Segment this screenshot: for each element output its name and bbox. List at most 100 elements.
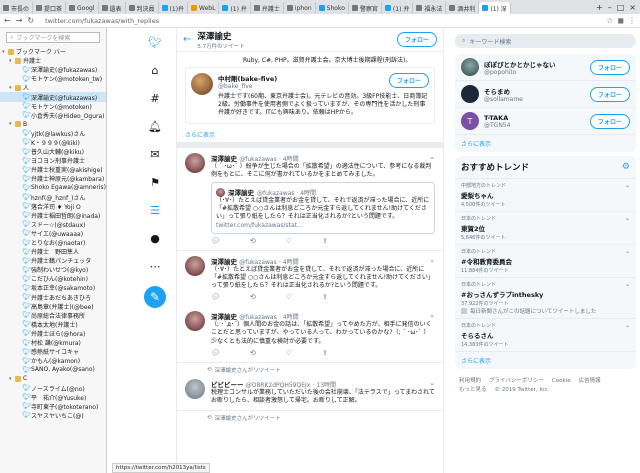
share-icon[interactable]: ⇪	[322, 237, 328, 245]
browser-tab[interactable]: 警察官	[349, 2, 382, 14]
gear-icon[interactable]: ⚙	[622, 162, 630, 172]
trend-item[interactable]: 中部地方のトレンド 愛梨ちゃん 4,500件のツイート ⌄	[455, 179, 636, 212]
bookmark-item[interactable]: 🐦︎ yjtk(@lawkus)さん	[0, 129, 106, 138]
bookmark-item[interactable]: 🐦︎ 高島章(弁護士)(@bee)	[0, 302, 106, 311]
browser-tab[interactable]: iphon	[284, 2, 316, 14]
back-icon[interactable]: ←	[4, 16, 11, 25]
forward-icon[interactable]: →	[16, 16, 23, 25]
browser-tab[interactable]: 弁護士	[251, 2, 284, 14]
profile-icon[interactable]: ●	[147, 230, 163, 246]
retweet-icon[interactable]: ⟲	[250, 293, 256, 301]
follow-button[interactable]: フォロー	[589, 86, 630, 102]
browser-tab[interactable]: Googl	[66, 2, 99, 14]
tweet[interactable]: ビビビーー @O8RK2dPQH59QEJx · 13時間 税理士コンサルが業務…	[177, 374, 443, 412]
bookmark-item[interactable]: 🐦︎ 普久山大輔(@kiku)	[0, 147, 106, 156]
browser-tab[interactable]: (1) 弁	[382, 2, 414, 14]
more-icon[interactable]: ⋯	[147, 258, 163, 274]
bookmark-item[interactable]: 🐦︎ とりなお(@naotar)	[0, 238, 106, 247]
bookmark-item[interactable]: 🐦︎ 感熱紙サイコキャ	[0, 347, 106, 356]
chevron-down-icon[interactable]: ⌄	[625, 281, 630, 288]
trend-item[interactable]: 日本のトレンド #令和教育委員会 11,884件のツイート ⌄	[455, 245, 636, 278]
avatar[interactable]	[185, 378, 205, 399]
follow-suggestion[interactable]: ぽぽぴとかとかじゃない @popohito フォロー	[455, 54, 636, 81]
chevron-down-icon[interactable]: ⌄	[625, 248, 630, 255]
reply-icon[interactable]: 💬︎	[211, 237, 220, 245]
browser-tab[interactable]: 提口茶	[33, 2, 67, 14]
bookmark-item[interactable]: 🐦︎ スヤスヤいちこ(@)	[0, 411, 106, 420]
bookmark-item[interactable]: 🐦︎ 弁護士神原元(@kambara)	[0, 174, 106, 183]
new-tab-icon[interactable]: +	[596, 3, 603, 12]
bookmark-item[interactable]: 🐦︎ 弁護士鶴パンチェッタ	[0, 256, 106, 265]
bookmark-item[interactable]: 🐦︎ Shoko Egawa(@amneris)	[0, 183, 106, 192]
bookmark-item[interactable]: 🐦︎ 橋本太地(弁護士)	[0, 320, 106, 329]
explore-hash-icon[interactable]: #	[147, 90, 163, 106]
bookmark-item[interactable]: 🐦︎ モトケン(@motoken)	[0, 102, 106, 111]
bookmark-item[interactable]: 🐦︎ K・９９９(@kiki)	[0, 138, 106, 147]
trend-item[interactable]: 日本のトレンド 東賀2位 5,646件のツイート ⌄	[455, 212, 636, 245]
quoted-tweet[interactable]: 深澤諭史 @fukazawas · 4時間 （･∀･）たとえば貸金業者がお金を貸…	[211, 182, 435, 234]
quote-link[interactable]: twitter.com/fukazawas/stat...	[216, 222, 430, 229]
share-icon[interactable]: ⇪	[322, 349, 328, 357]
bookmark-item[interactable]: 🐦︎ 深澤諭史(@fukazawas)	[0, 92, 106, 102]
bookmark-item[interactable]: 🐦︎ かもん(@kamon)	[0, 356, 106, 365]
browser-tab[interactable]: Shoko	[316, 2, 349, 14]
follow-suggestion[interactable]: そらまめ @sollamame フォロー	[455, 81, 636, 108]
browser-tab[interactable]: (1) 深	[479, 2, 511, 14]
avatar[interactable]	[461, 58, 479, 76]
bookmark-item[interactable]: 🐦︎ サイエ(@uwaaaa)	[0, 229, 106, 238]
home-icon[interactable]: ⌂	[147, 62, 163, 78]
lists-icon[interactable]: ☰	[147, 202, 163, 218]
chevron-down-icon[interactable]: ⌄	[625, 182, 630, 189]
profile-card[interactable]: 中村剛(bake-five) @bake_five フォロー 弁護士です(60期…	[185, 67, 435, 124]
bookmark-item[interactable]: 🐦︎ ノースライム(@no)	[0, 383, 106, 393]
follow-button[interactable]: フォロー	[589, 59, 630, 75]
retweet-icon[interactable]: ⟲	[250, 237, 256, 245]
browser-tab[interactable]: (1)弁	[159, 2, 189, 14]
share-icon[interactable]: ⇪	[322, 293, 328, 301]
bookmark-item[interactable]: 🐦︎ スドー☆(@stdaux)	[0, 220, 106, 229]
bookmark-search-input[interactable]: ⌕ ブックマークを検索	[6, 32, 100, 43]
messages-icon[interactable]: ✉	[147, 146, 163, 162]
bookmark-folder[interactable]: ▾ ブックマーク バー	[0, 47, 106, 56]
browser-tab[interactable]: (1) 弁	[219, 2, 251, 14]
bookmark-item[interactable]: 🐦︎ 深澤諭史(@fukazawas)	[0, 65, 106, 74]
bookmark-item[interactable]: 🐦︎ 弁護士 野田隼人	[0, 247, 106, 256]
avatar[interactable]: T	[461, 112, 479, 130]
bookmark-item[interactable]: 🐦︎ 平 祐介(@Yusuke)	[0, 393, 106, 402]
twitter-logo-icon[interactable]: 🐦︎	[147, 34, 163, 50]
chevron-down-icon[interactable]: ⌄	[429, 153, 435, 161]
like-icon[interactable]: ♡	[286, 237, 292, 245]
trend-item[interactable]: 日本のトレンド そらるさん 14,383件のツイート ⌄	[455, 319, 636, 352]
bookmark-item[interactable]: 🐦︎ hznf(@_hznf_)さん	[0, 193, 106, 202]
avatar[interactable]	[185, 255, 205, 276]
avatar[interactable]	[185, 311, 205, 332]
close-icon[interactable]: ×	[629, 3, 636, 12]
show-more-link[interactable]: さらに表示	[455, 135, 636, 152]
bookmark-item[interactable]: 🐦︎ こだひん(@kotehin)	[0, 274, 106, 283]
extension-icon[interactable]: ◼	[617, 16, 624, 25]
bookmarks-icon[interactable]: ⚑	[147, 174, 163, 190]
like-icon[interactable]: ♡	[286, 293, 292, 301]
avatar[interactable]	[461, 85, 479, 103]
tweet[interactable]: 深澤諭史 @fukazawas · 4時間 （ ´ ･ω･` ）紛争が生じた場合…	[177, 148, 443, 251]
chevron-down-icon[interactable]: ⌄	[625, 322, 630, 329]
bookmark-item[interactable]: 🐦︎ 尚原総合法律事務所	[0, 311, 106, 320]
retweet-icon[interactable]: ⟲	[250, 349, 256, 357]
chevron-down-icon[interactable]: ⌄	[429, 256, 435, 264]
browser-tab[interactable]: 市長の	[0, 2, 34, 14]
bookmark-item[interactable]: 🐦︎ 弁護士ほら(@hora)	[0, 329, 106, 338]
reply-icon[interactable]: 💬︎	[211, 293, 220, 301]
tweet[interactable]: 深澤諭史 @fukazawas · 4時間 （･∀･）たとえば貸金業者がお金を貸…	[177, 251, 443, 307]
back-arrow-icon[interactable]: ←	[183, 34, 191, 45]
chevron-down-icon[interactable]: ⌄	[625, 215, 630, 222]
avatar[interactable]	[185, 152, 205, 173]
bookmark-item[interactable]: 🐦︎ 村松 謙(@kmura)	[0, 338, 106, 347]
notifications-icon[interactable]: 🔔︎	[147, 118, 163, 134]
trend-item[interactable]: 日本のトレンド #おっさんずラブinthesky 37,922件のツイート 毎日…	[455, 278, 636, 319]
browser-tab[interactable]: 遺表	[99, 2, 126, 14]
bookmark-item[interactable]: 🐦︎ ヨコヨン刑事弁護士	[0, 156, 106, 165]
like-icon[interactable]: ♡	[286, 349, 292, 357]
bookmark-item[interactable]: 🐦︎ 弁護士あだちあきひろ	[0, 293, 106, 302]
bookmark-item[interactable]: 🐦︎ 弁護士秋重実(@akishige)	[0, 165, 106, 174]
card-name[interactable]: 中村剛(bake-five)	[218, 73, 277, 83]
